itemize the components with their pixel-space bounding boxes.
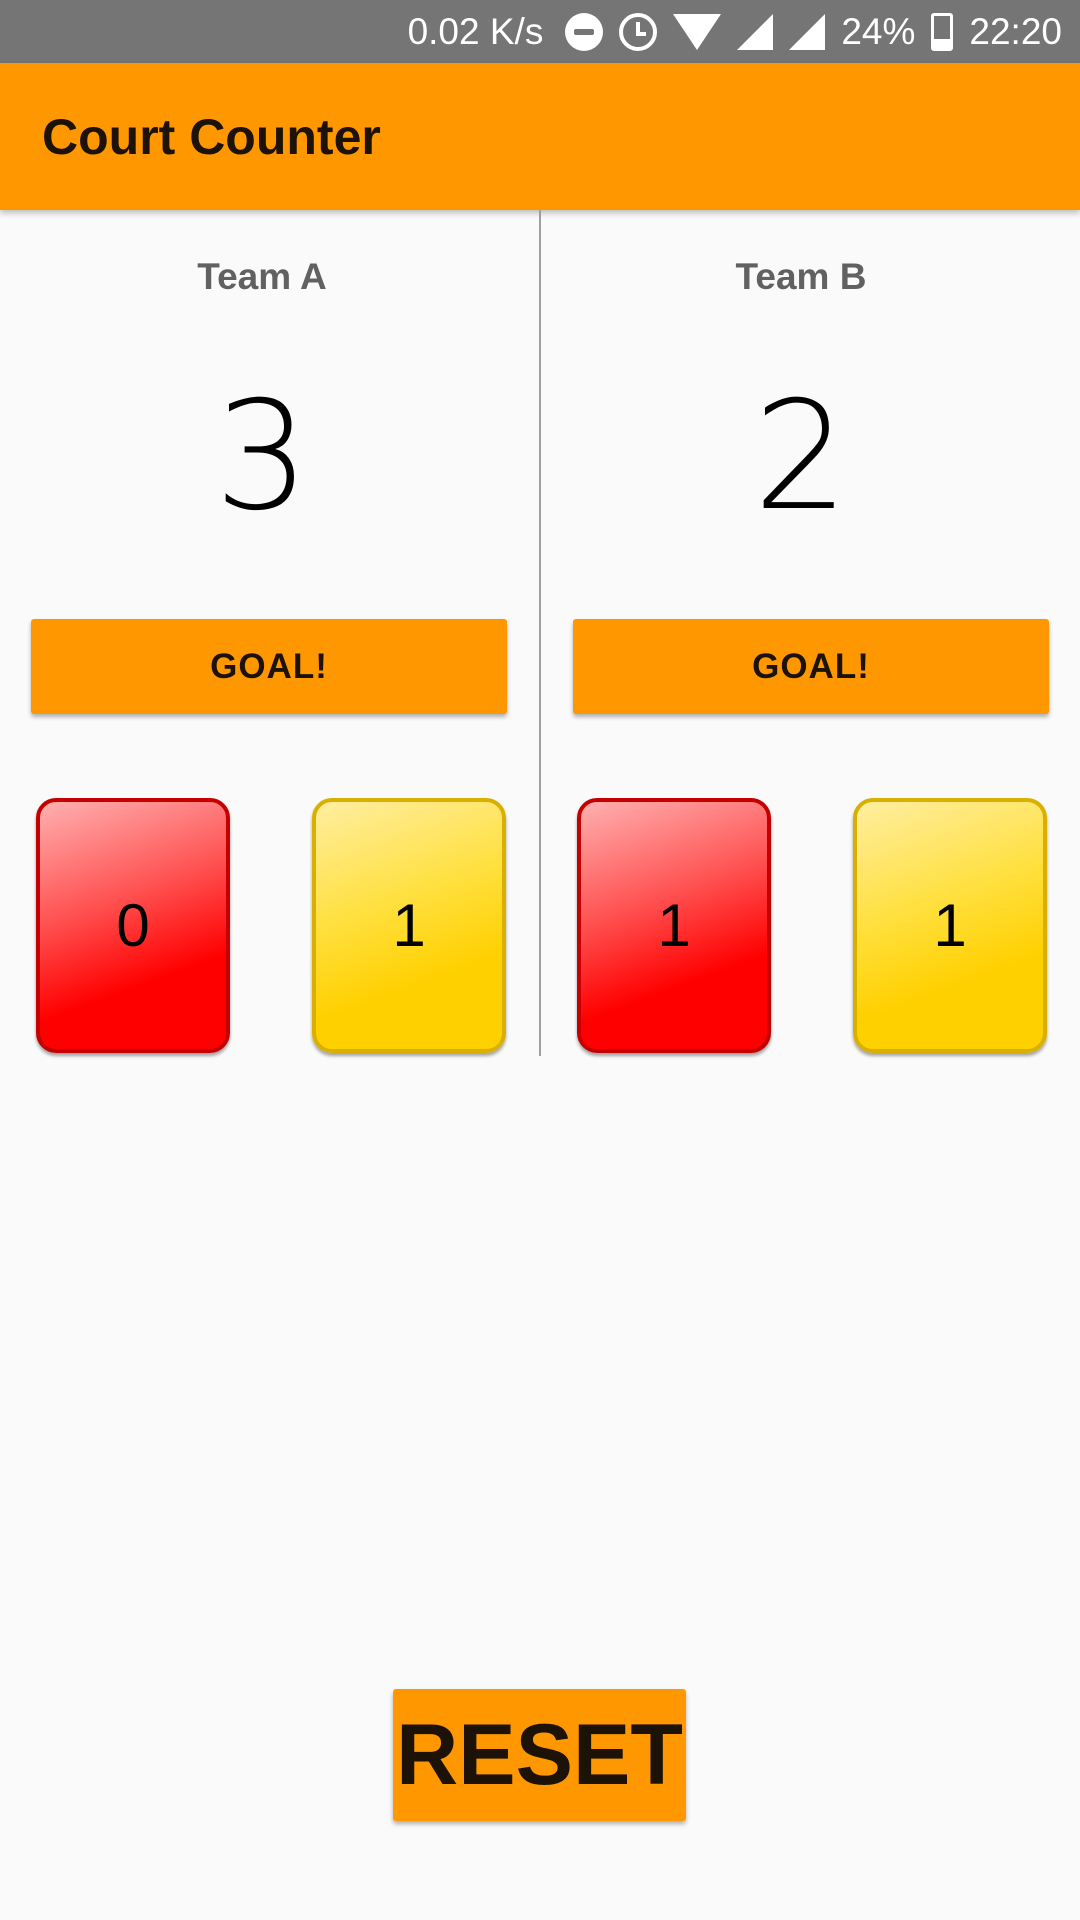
alarm-icon bbox=[619, 12, 658, 51]
team-a-red-card-count: 0 bbox=[116, 892, 150, 959]
team-a-red-card-button[interactable]: 0 bbox=[36, 798, 230, 1053]
team-a-goal-button[interactable]: GOAL! bbox=[31, 619, 507, 714]
app-bar: Court Counter bbox=[0, 63, 1080, 210]
battery-percent: 24% bbox=[841, 10, 916, 52]
clock: 22:20 bbox=[969, 10, 1062, 52]
signal-icon-2 bbox=[789, 13, 826, 50]
reset-button[interactable]: RESET bbox=[393, 1689, 686, 1821]
team-b-yellow-card-count: 1 bbox=[933, 892, 967, 959]
team-a-score: 3 bbox=[214, 370, 310, 544]
team-b-red-card-count: 1 bbox=[657, 892, 691, 959]
battery-icon bbox=[931, 12, 954, 51]
network-speed: 0.02 K/s bbox=[407, 10, 544, 52]
team-b-goal-button[interactable]: GOAL! bbox=[573, 619, 1049, 714]
team-a-yellow-card-count: 1 bbox=[392, 892, 426, 959]
team-a-yellow-card-button[interactable]: 1 bbox=[312, 798, 506, 1053]
team-b-name: Team B bbox=[735, 256, 867, 297]
team-b-score: 2 bbox=[753, 370, 849, 544]
team-b-panel: Team B 2 GOAL! 1 1 bbox=[541, 210, 1080, 1056]
team-a-panel: Team A 3 GOAL! 0 1 bbox=[0, 210, 540, 1056]
wifi-icon bbox=[673, 13, 722, 50]
team-a-name: Team A bbox=[197, 256, 327, 297]
app-title: Court Counter bbox=[42, 108, 381, 165]
team-b-yellow-card-button[interactable]: 1 bbox=[853, 798, 1047, 1053]
signal-icon bbox=[737, 13, 774, 50]
do-not-disturb-icon bbox=[565, 12, 604, 51]
status-bar: 0.02 K/s 24% 22:20 bbox=[0, 0, 1080, 63]
team-b-red-card-button[interactable]: 1 bbox=[577, 798, 771, 1053]
